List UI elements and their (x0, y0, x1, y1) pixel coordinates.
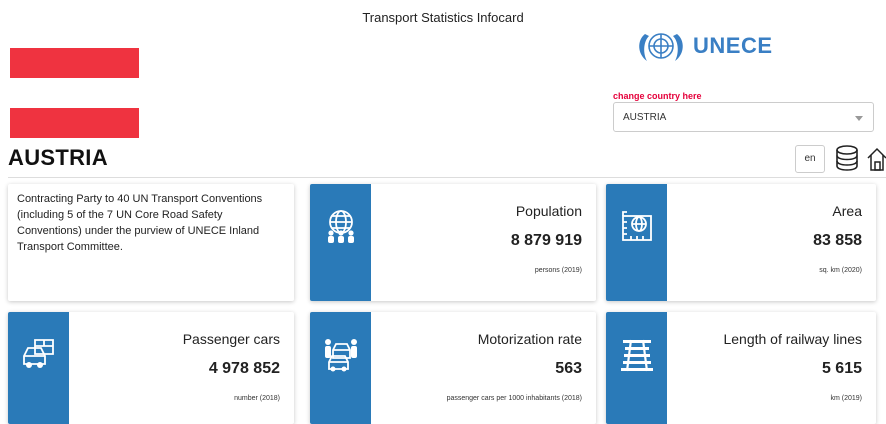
card-value: 5 615 (821, 360, 862, 377)
country-select-value: AUSTRIA (623, 112, 667, 123)
cars-icon (23, 339, 54, 368)
card-icon-panel (606, 184, 667, 301)
flag-stripe-bottom (10, 108, 139, 138)
motorization-rate-card: Motorization rate 563 passenger cars per… (310, 312, 596, 424)
map-area-icon (622, 211, 652, 241)
card-value: 563 (555, 360, 582, 377)
card-unit: passenger cars per 1000 inhabitants (201… (446, 395, 582, 402)
population-card: Population 8 879 919 persons (2019) (310, 184, 596, 301)
country-select[interactable]: AUSTRIA (613, 102, 874, 132)
unece-logo[interactable]: UNECE (633, 26, 773, 66)
railway-track-icon (621, 339, 653, 372)
home-icon[interactable] (866, 144, 886, 177)
language-button[interactable]: en (795, 145, 825, 173)
intro-text: Contracting Party to 40 UN Transport Con… (17, 193, 263, 253)
globe-people-icon (328, 210, 354, 243)
intro-card: Contracting Party to 40 UN Transport Con… (8, 184, 294, 301)
area-card: Area 83 858 sq. km (2020) (606, 184, 876, 301)
un-emblem-icon (639, 33, 683, 61)
card-unit: sq. km (2020) (819, 267, 862, 274)
card-label: Area (832, 203, 862, 219)
card-label: Passenger cars (182, 331, 280, 347)
country-flag (10, 48, 139, 138)
database-icon[interactable] (834, 144, 860, 177)
logo-text: UNECE (693, 33, 773, 58)
card-unit: number (2018) (234, 395, 280, 402)
card-icon-panel (8, 312, 69, 424)
page-title: Transport Statistics Infocard (362, 10, 524, 25)
flag-stripe-top (10, 48, 139, 78)
card-unit: km (2019) (830, 395, 862, 402)
passenger-cars-card: Passenger cars 4 978 852 number (2018) (8, 312, 294, 424)
country-name: AUSTRIA (8, 145, 108, 170)
chevron-down-icon (855, 116, 863, 121)
card-icon-panel (310, 184, 371, 301)
card-icon-panel (310, 312, 371, 424)
header-divider (8, 177, 886, 178)
flag-stripe-middle (10, 78, 139, 108)
card-icon-panel (606, 312, 667, 424)
railway-lines-card: Length of railway lines 5 615 km (2019) (606, 312, 876, 424)
card-label: Population (515, 203, 582, 219)
people-cars-icon (325, 339, 357, 372)
card-label: Motorization rate (477, 331, 582, 347)
card-unit: persons (2019) (534, 267, 582, 274)
card-value: 83 858 (813, 232, 862, 249)
card-value: 4 978 852 (208, 360, 280, 377)
card-value: 8 879 919 (510, 232, 582, 249)
change-country-label: change country here (613, 91, 702, 101)
card-label: Length of railway lines (723, 331, 862, 347)
